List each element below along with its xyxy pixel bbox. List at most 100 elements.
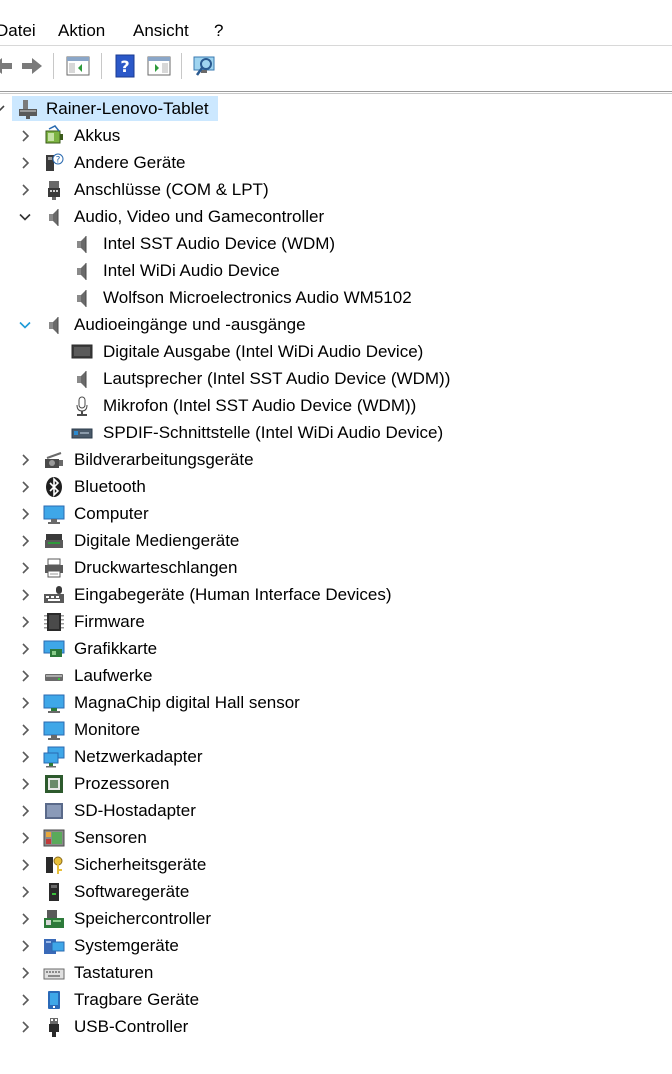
tree-category-label: Tastaturen <box>74 963 154 982</box>
tree-category-monitore[interactable]: Monitore <box>0 716 672 743</box>
expand-chevron-icon[interactable] <box>15 477 35 497</box>
tree-category-akkus[interactable]: Akkus <box>0 122 672 149</box>
collapse-chevron-icon[interactable] <box>0 99 9 119</box>
usb-icon <box>43 1016 65 1038</box>
tree-category-label: Akkus <box>74 126 121 145</box>
toolbar-divider <box>101 53 102 79</box>
expand-chevron-icon[interactable] <box>15 720 35 740</box>
tree-device-mikrofon-intel-sst-audio-device-wdm[interactable]: Mikrofon (Intel SST Audio Device (WDM)) <box>0 392 672 419</box>
expand-chevron-icon[interactable] <box>15 801 35 821</box>
storage-controller-icon <box>43 908 65 930</box>
display-output-icon <box>71 341 93 363</box>
tree-device-label: SPDIF-Schnittstelle (Intel WiDi Audio De… <box>103 423 444 442</box>
expand-chevron-icon[interactable] <box>15 153 35 173</box>
tree-category-softwareger-te[interactable]: Softwaregeräte <box>0 878 672 905</box>
collapse-chevron-icon[interactable] <box>15 207 35 227</box>
tree-category-audio-video-und-gamecontroller[interactable]: Audio, Video und Gamecontroller <box>0 203 672 230</box>
tree-category-usb-controller[interactable]: USB-Controller <box>0 1013 672 1040</box>
chip-icon <box>43 611 65 633</box>
tree-category-label: Sensoren <box>74 828 147 847</box>
tree-device-intel-sst-audio-device-wdm[interactable]: Intel SST Audio Device (WDM) <box>0 230 672 257</box>
tree-category-sd-hostadapter[interactable]: SD-Hostadapter <box>0 797 672 824</box>
toolbar-border <box>0 91 672 92</box>
keyboard-icon <box>43 962 65 984</box>
expand-chevron-icon[interactable] <box>15 450 35 470</box>
expand-chevron-icon[interactable] <box>15 747 35 767</box>
expand-chevron-icon[interactable] <box>15 990 35 1010</box>
tree-category-netzwerkadapter[interactable]: Netzwerkadapter <box>0 743 672 770</box>
back-button[interactable] <box>0 52 16 80</box>
action-pane-button[interactable] <box>145 52 173 80</box>
tree-category-andere-ger-te[interactable]: ? Andere Geräte <box>0 149 672 176</box>
scan-hardware-button[interactable] <box>191 52 219 80</box>
bluetooth-icon <box>43 476 65 498</box>
tree-category-systemger-te[interactable]: Systemgeräte <box>0 932 672 959</box>
console-tree-button[interactable] <box>64 52 92 80</box>
menu-ansicht[interactable]: Ansicht <box>133 20 189 42</box>
tree-category-bluetooth[interactable]: Bluetooth <box>0 473 672 500</box>
tree-category-eingabeger-te-human-interface-devices[interactable]: Eingabegeräte (Human Interface Devices) <box>0 581 672 608</box>
tree-device-label: Mikrofon (Intel SST Audio Device (WDM)) <box>103 396 417 415</box>
expand-chevron-icon[interactable] <box>15 585 35 605</box>
tree-category-speichercontroller[interactable]: Speichercontroller <box>0 905 672 932</box>
computer-icon <box>43 503 65 525</box>
tree-device-digitale-ausgabe-intel-widi-audio-device[interactable]: Digitale Ausgabe (Intel WiDi Audio Devic… <box>0 338 672 365</box>
tree-category-bildverarbeitungsger-te[interactable]: Bildverarbeitungsgeräte <box>0 446 672 473</box>
collapse-chevron-icon[interactable] <box>15 315 35 335</box>
tree-device-wolfson-microelectronics-audio-wm5102[interactable]: Wolfson Microelectronics Audio WM5102 <box>0 284 672 311</box>
system-devices-icon <box>43 935 65 957</box>
menu-bar: Datei Aktion Ansicht ? <box>0 0 672 44</box>
expand-chevron-icon[interactable] <box>15 774 35 794</box>
menu-aktion[interactable]: Aktion <box>58 20 105 42</box>
tree-device-lautsprecher-intel-sst-audio-device-wdm[interactable]: Lautsprecher (Intel SST Audio Device (WD… <box>0 365 672 392</box>
expand-chevron-icon[interactable] <box>15 666 35 686</box>
expand-chevron-icon[interactable] <box>15 693 35 713</box>
tree-category-label: Monitore <box>74 720 141 739</box>
expand-chevron-icon[interactable] <box>15 558 35 578</box>
expand-chevron-icon[interactable] <box>15 504 35 524</box>
help-button[interactable]: ? <box>111 52 139 80</box>
tree-device-label: Digitale Ausgabe (Intel WiDi Audio Devic… <box>103 342 424 361</box>
tree-device-spdif-schnittstelle-intel-widi-audio-device[interactable]: SPDIF-Schnittstelle (Intel WiDi Audio De… <box>0 419 672 446</box>
tree-category-sicherheitsger-te[interactable]: Sicherheitsgeräte <box>0 851 672 878</box>
tree-category-label: Anschlüsse (COM & LPT) <box>74 180 269 199</box>
console-tree-icon <box>66 56 90 76</box>
tree-category-grafikkarte[interactable]: Grafikkarte <box>0 635 672 662</box>
menu-help[interactable]: ? <box>214 20 223 42</box>
forward-button[interactable] <box>18 52 46 80</box>
tree-category-firmware[interactable]: Firmware <box>0 608 672 635</box>
expand-chevron-icon[interactable] <box>15 855 35 875</box>
tree-category-computer[interactable]: Computer <box>0 500 672 527</box>
tree-category-label: Computer <box>74 504 149 523</box>
tree-category-prozessoren[interactable]: Prozessoren <box>0 770 672 797</box>
expand-chevron-icon[interactable] <box>15 909 35 929</box>
expand-chevron-icon[interactable] <box>15 1017 35 1037</box>
expand-chevron-icon[interactable] <box>15 828 35 848</box>
monitor-icon <box>43 719 65 741</box>
tree-category-tastaturen[interactable]: Tastaturen <box>0 959 672 986</box>
tree-category-digitale-medienger-te[interactable]: Digitale Mediengeräte <box>0 527 672 554</box>
tree-category-sensoren[interactable]: Sensoren <box>0 824 672 851</box>
menu-datei[interactable]: Datei <box>0 20 36 42</box>
tree-root[interactable]: Rainer-Lenovo-Tablet <box>0 95 672 122</box>
tree-category-label: Netzwerkadapter <box>74 747 203 766</box>
action-pane-icon <box>147 56 171 76</box>
expand-chevron-icon[interactable] <box>15 612 35 632</box>
expand-chevron-icon[interactable] <box>15 882 35 902</box>
tree-category-magnachip-digital-hall-sensor[interactable]: MagnaChip digital Hall sensor <box>0 689 672 716</box>
tree-category-audioeing-nge-und-ausg-nge[interactable]: Audioeingänge und -ausgänge <box>0 311 672 338</box>
tree-category-druckwarteschlangen[interactable]: Druckwarteschlangen <box>0 554 672 581</box>
expand-chevron-icon[interactable] <box>15 639 35 659</box>
network-icon <box>43 746 65 768</box>
expand-chevron-icon[interactable] <box>15 936 35 956</box>
expand-chevron-icon[interactable] <box>15 531 35 551</box>
expand-chevron-icon[interactable] <box>15 180 35 200</box>
tree-category-laufwerke[interactable]: Laufwerke <box>0 662 672 689</box>
tree-device-intel-widi-audio-device[interactable]: Intel WiDi Audio Device <box>0 257 672 284</box>
tree-category-label: Audioeingänge und -ausgänge <box>74 315 306 334</box>
tree-category-tragbare-ger-te[interactable]: Tragbare Geräte <box>0 986 672 1013</box>
expand-chevron-icon[interactable] <box>15 126 35 146</box>
tree-category-label: USB-Controller <box>74 1017 189 1036</box>
expand-chevron-icon[interactable] <box>15 963 35 983</box>
tree-category-anschl-sse-com-lpt[interactable]: Anschlüsse (COM & LPT) <box>0 176 672 203</box>
